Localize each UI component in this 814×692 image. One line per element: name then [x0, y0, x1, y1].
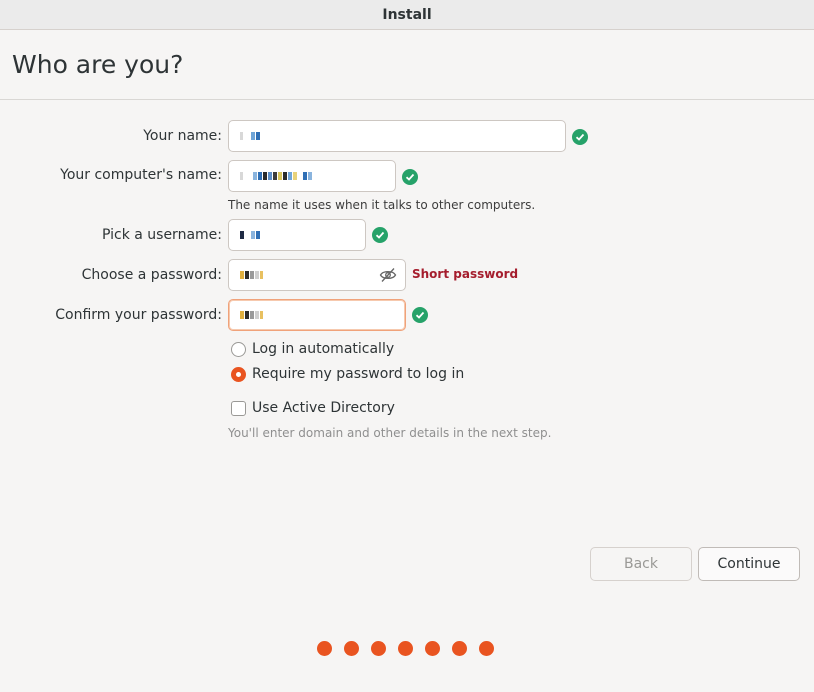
- confirm-password-input[interactable]: [228, 299, 406, 331]
- your-name-input[interactable]: [228, 120, 566, 152]
- login-automatically-label: Log in automatically: [252, 341, 395, 357]
- your-name-value: [240, 132, 261, 140]
- active-directory-hint: You'll enter domain and other details in…: [228, 426, 552, 440]
- require-password-label: Require my password to log in: [252, 366, 465, 382]
- password-input[interactable]: [228, 259, 406, 291]
- login-automatically-radio[interactable]: [231, 341, 246, 357]
- username-input[interactable]: [228, 219, 366, 251]
- username-value: [240, 231, 261, 239]
- eye-off-icon[interactable]: [379, 267, 397, 287]
- progress-dot: [344, 641, 359, 656]
- computer-name-value: [240, 172, 313, 180]
- progress-dot: [371, 641, 386, 656]
- page-title: Who are you?: [12, 50, 184, 79]
- confirm-password-valid-icon: [412, 307, 428, 323]
- confirm-password-value: [240, 311, 264, 319]
- progress-dot: [479, 641, 494, 656]
- password-label: Choose a password:: [81, 267, 222, 283]
- active-directory-label: Use Active Directory: [252, 400, 395, 416]
- confirm-password-label: Confirm your password:: [55, 307, 222, 323]
- progress-dot: [425, 641, 440, 656]
- require-password-radio[interactable]: [231, 366, 246, 382]
- password-strength-text: Short password: [412, 267, 519, 281]
- progress-dot: [317, 641, 332, 656]
- back-button[interactable]: Back: [590, 547, 692, 581]
- your-name-label: Your name:: [143, 128, 222, 144]
- computer-name-valid-icon: [402, 169, 418, 185]
- active-directory-checkbox[interactable]: [231, 400, 246, 416]
- window-titlebar: Install: [0, 0, 814, 30]
- username-valid-icon: [372, 227, 388, 243]
- username-label: Pick a username:: [101, 227, 222, 243]
- continue-button[interactable]: Continue: [698, 547, 800, 581]
- password-value: [240, 271, 264, 279]
- your-name-valid-icon: [572, 129, 588, 145]
- require-password-option[interactable]: Require my password to log in: [231, 366, 464, 382]
- login-automatically-option[interactable]: Log in automatically: [231, 341, 394, 357]
- active-directory-option[interactable]: Use Active Directory: [231, 400, 395, 416]
- progress-dots: [317, 641, 506, 656]
- computer-name-hint: The name it uses when it talks to other …: [228, 198, 536, 212]
- progress-dot: [452, 641, 467, 656]
- window-title: Install: [382, 6, 432, 23]
- computer-name-label: Your computer's name:: [60, 167, 222, 183]
- header-divider: [0, 99, 814, 100]
- computer-name-input[interactable]: [228, 160, 396, 192]
- progress-dot: [398, 641, 413, 656]
